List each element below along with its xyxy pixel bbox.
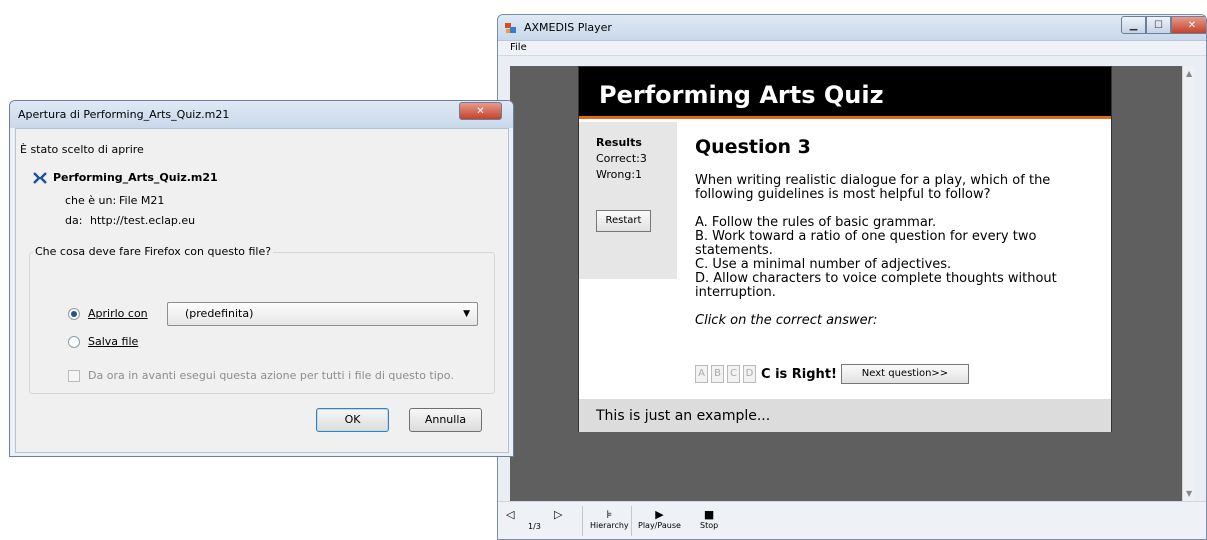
- hierarchy-icon: ⊧: [606, 508, 613, 521]
- vertical-scrollbar[interactable]: ▲ ▼: [1182, 66, 1195, 501]
- dialog-body: È stato scelto di aprire Performing_Arts…: [15, 128, 509, 453]
- file-type-label: che è un:: [65, 194, 117, 207]
- app-icon: [505, 23, 516, 33]
- question-area: Question 3 When writing realistic dialog…: [695, 122, 1105, 328]
- hierarchy-button[interactable]: ⊧ Hierarchy: [590, 508, 629, 530]
- dialog-filename: Performing_Arts_Quiz.m21: [53, 171, 218, 184]
- question-title: Question 3: [695, 136, 811, 158]
- play-pause-button[interactable]: ▶ Play/Pause: [638, 508, 681, 530]
- close-button[interactable]: ✕: [1171, 16, 1206, 34]
- always-do-checkbox[interactable]: [68, 370, 80, 382]
- answer-d-button[interactable]: D: [743, 365, 756, 383]
- open-with-radio[interactable]: [68, 308, 80, 320]
- results-panel: Results Correct:3 Wrong:1 Restart: [579, 122, 677, 279]
- next-question-button[interactable]: Next question>>: [840, 364, 969, 384]
- scroll-up-icon[interactable]: ▲: [1186, 69, 1192, 78]
- close-icon: ✕: [476, 105, 485, 117]
- action-group-title: Che cosa deve fare Firefox con questo fi…: [33, 245, 274, 258]
- minimize-button[interactable]: ▁: [1121, 16, 1146, 34]
- hierarchy-label: Hierarchy: [590, 521, 629, 530]
- play-icon: ▶: [655, 508, 664, 521]
- toolbar-separator: [582, 506, 583, 536]
- file-source-value: http://test.eclap.eu: [90, 214, 196, 227]
- correct-count: Correct:3: [596, 152, 647, 165]
- player-window: AXMEDIS Player ▁ ☐ ✕ File Performing Art…: [497, 14, 1207, 540]
- answer-b-button[interactable]: B: [711, 365, 724, 383]
- result-text: C is Right!: [761, 366, 837, 382]
- ok-button[interactable]: OK: [316, 408, 389, 432]
- answer-c-button[interactable]: C: [727, 365, 740, 383]
- stop-icon: ■: [703, 508, 715, 521]
- chevron-down-icon: ▼: [463, 309, 470, 319]
- save-file-label[interactable]: Salva file: [88, 335, 138, 348]
- answer-row: A B C D C is Right! Next question>>: [695, 364, 969, 384]
- maximize-button[interactable]: ☐: [1146, 16, 1171, 34]
- results-title: Results: [596, 136, 642, 149]
- close-icon: ✕: [1187, 19, 1197, 31]
- file-type-icon: [33, 172, 47, 184]
- quiz-header: Performing Arts Quiz: [579, 67, 1111, 119]
- option-d: D. Allow characters to voice complete th…: [695, 271, 1057, 300]
- dialog-titlebar[interactable]: Apertura di Performing_Arts_Quiz.m21 ✕: [10, 101, 513, 128]
- option-a: A. Follow the rules of basic grammar.: [695, 215, 937, 230]
- stop-label: Stop: [700, 521, 719, 530]
- save-file-radio[interactable]: [68, 336, 80, 348]
- answer-a-button[interactable]: A: [695, 365, 708, 383]
- player-title: AXMEDIS Player: [524, 21, 612, 34]
- open-with-label[interactable]: Aprirlo con: [88, 307, 148, 320]
- restart-button[interactable]: Restart: [596, 210, 651, 232]
- dialog-title: Apertura di Performing_Arts_Quiz.m21: [18, 108, 230, 121]
- dialog-intro: È stato scelto di aprire: [20, 143, 144, 156]
- file-type-value: File M21: [119, 194, 165, 207]
- always-do-label: Da ora in avanti esegui questa azione pe…: [88, 369, 454, 382]
- next-button[interactable]: ▷: [554, 508, 562, 521]
- wrong-count: Wrong:1: [596, 168, 643, 181]
- file-source-label: da:: [65, 214, 83, 227]
- open-with-value: (predefinita): [185, 307, 254, 320]
- player-toolbar: ◁ ▷ 1/3 ⊧ Hierarchy ▶ Play/Pause ■ Stop: [498, 501, 1206, 539]
- dialog-close-button[interactable]: ✕: [459, 102, 502, 120]
- menubar: File: [498, 41, 1206, 56]
- cancel-button[interactable]: Annulla: [409, 408, 482, 432]
- play-pause-label: Play/Pause: [638, 521, 681, 530]
- quiz-footer: This is just an example...: [579, 399, 1111, 432]
- option-c: C. Use a minimal number of adjectives.: [695, 257, 952, 272]
- page-indicator: 1/3: [528, 522, 541, 531]
- next-icon: ▷: [554, 508, 563, 521]
- player-content-area: Performing Arts Quiz Results Correct:3 W…: [510, 66, 1182, 501]
- prev-button[interactable]: ◁: [506, 508, 514, 521]
- option-b: B. Work toward a ratio of one question f…: [695, 229, 1037, 258]
- question-text: When writing realistic dialogue for a pl…: [695, 173, 1051, 202]
- stop-button[interactable]: ■ Stop: [700, 508, 718, 530]
- player-titlebar[interactable]: AXMEDIS Player ▁ ☐ ✕: [498, 15, 1206, 41]
- open-file-dialog: Apertura di Performing_Arts_Quiz.m21 ✕ È…: [9, 100, 514, 457]
- quiz-panel: Performing Arts Quiz Results Correct:3 W…: [578, 66, 1112, 432]
- minimize-icon: ▁: [1129, 19, 1138, 31]
- toolbar-separator: [631, 506, 632, 536]
- menu-file[interactable]: File: [510, 42, 527, 53]
- prev-icon: ◁: [506, 508, 515, 521]
- maximize-icon: ☐: [1154, 19, 1163, 31]
- answer-prompt: Click on the correct answer:: [695, 313, 878, 328]
- open-with-select[interactable]: (predefinita) ▼: [167, 302, 478, 326]
- scroll-down-icon[interactable]: ▼: [1186, 489, 1192, 498]
